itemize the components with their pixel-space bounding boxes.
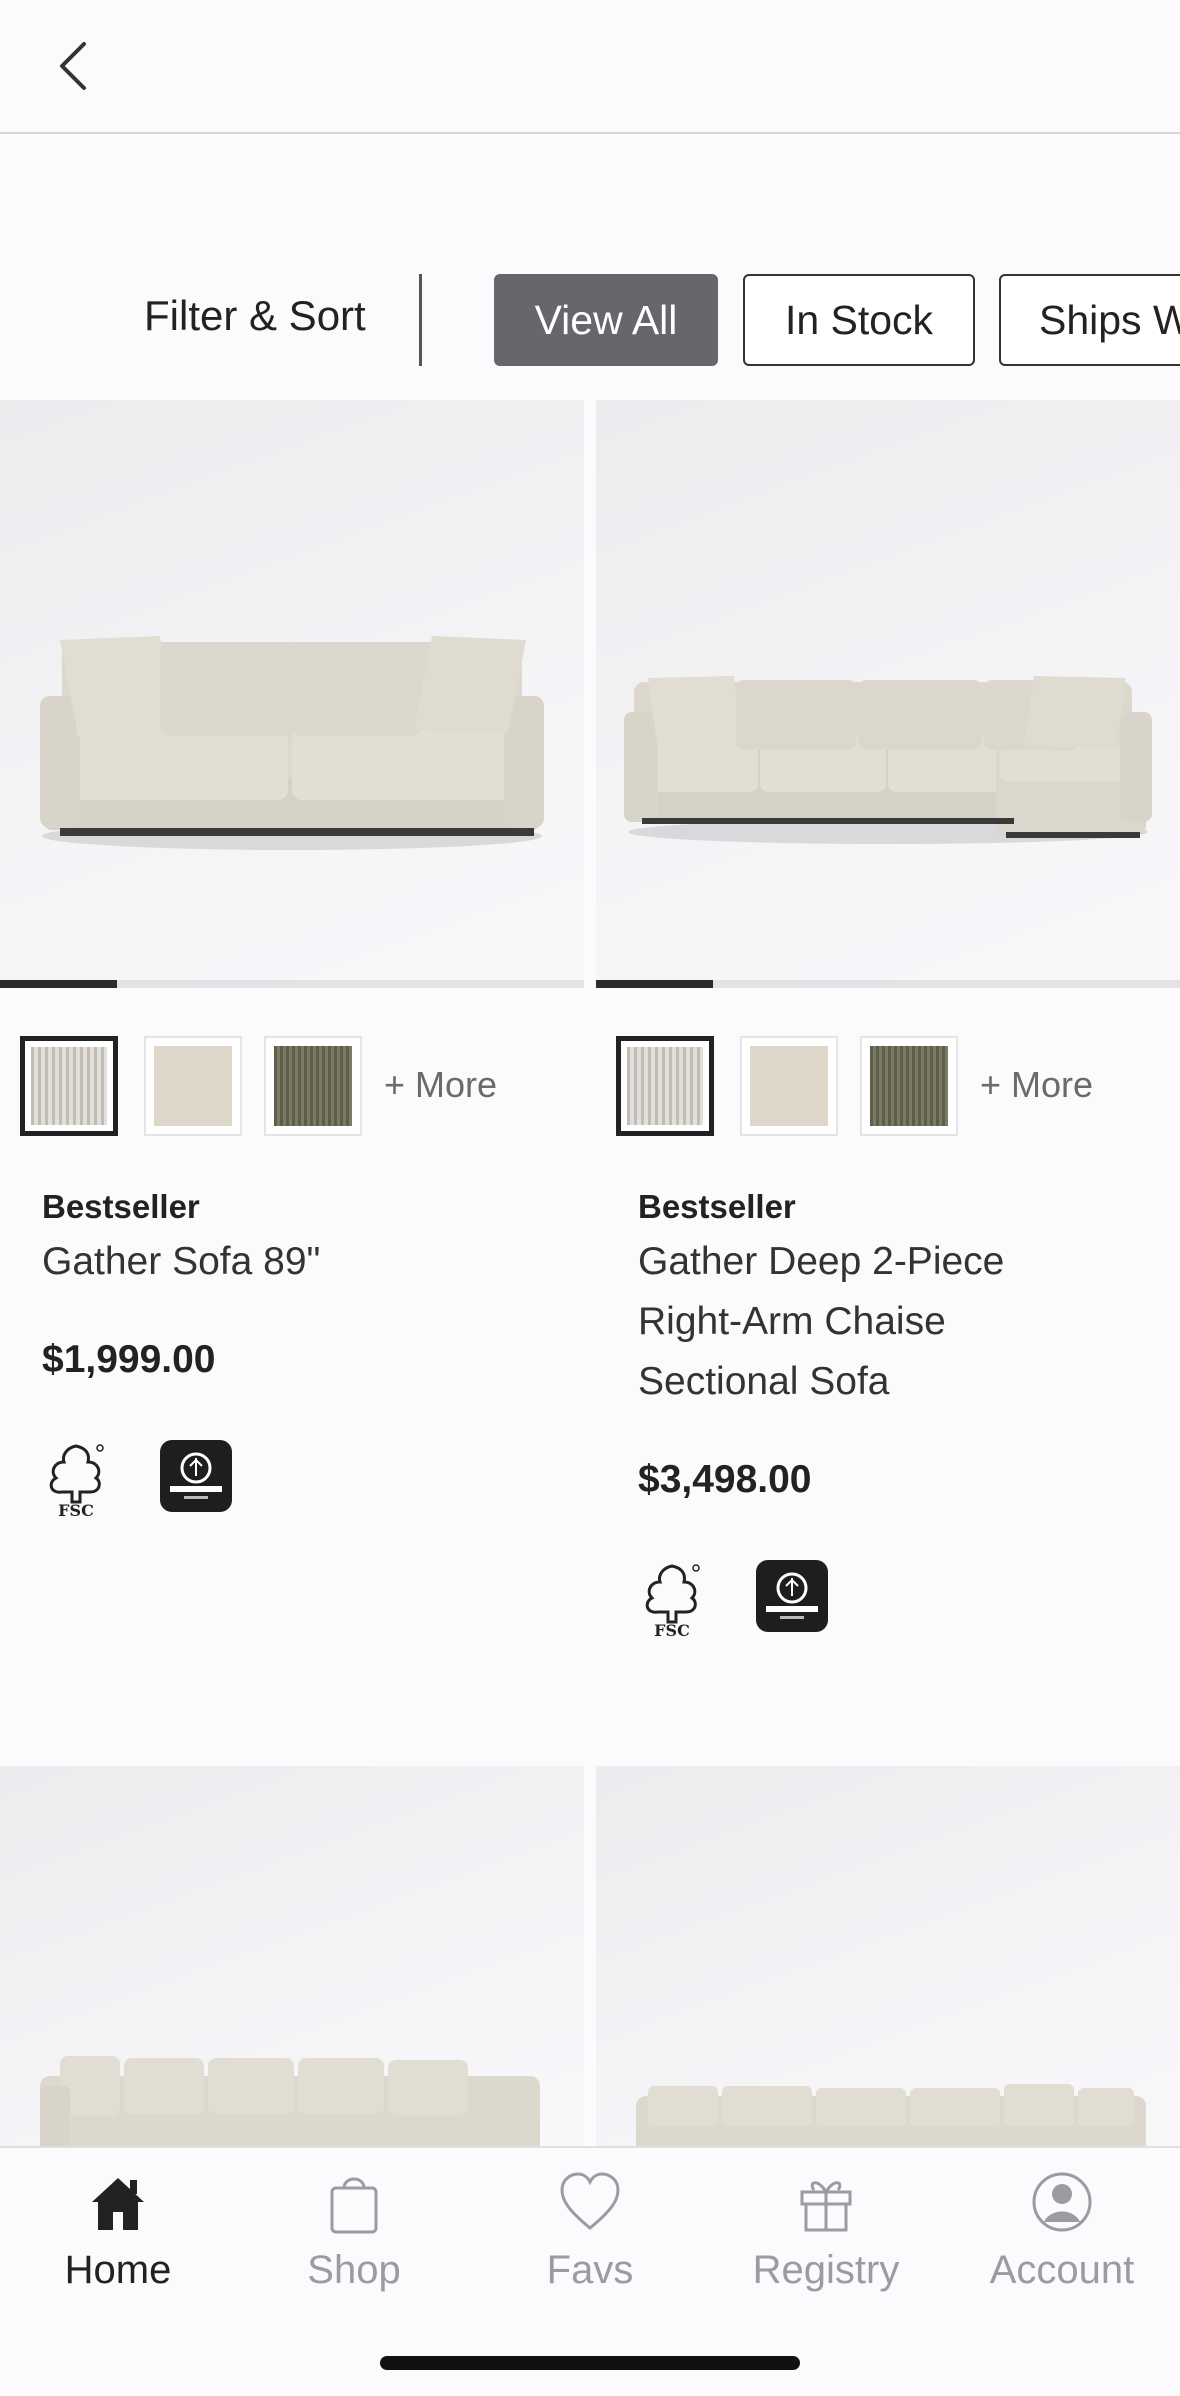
product-card[interactable]: + More Bestseller Gather Deep 2-Piece Ri… [596,400,1180,1700]
home-icon [92,2178,144,2230]
product-card[interactable]: + More Bestseller Gather Sofa 89" $1,999… [0,400,584,1700]
account-icon [1032,2172,1092,2232]
chevron-left-icon [60,42,86,90]
product-image[interactable] [0,1766,584,2146]
product-price: $1,999.00 [42,1338,216,1381]
filter-divider [419,274,422,366]
fsc-logo: FSC [645,1564,700,1638]
certification-row: FSC [42,1440,262,1520]
swatch-olive[interactable] [264,1036,362,1136]
greenguard-gold-logo [160,1440,232,1512]
bestseller-badge: Bestseller [638,1188,796,1225]
tab-label: Account [989,2248,1135,2292]
more-swatches-link[interactable]: + More [980,1064,1093,1106]
tab-account[interactable]: Account [944,2170,1180,2310]
product-name[interactable]: Gather Deep 2-Piece Right-Arm Chaise Sec… [638,1232,1098,1412]
product-image[interactable] [0,400,584,986]
svg-text:FSC: FSC [58,1501,94,1518]
product-image[interactable] [596,1766,1180,2146]
tab-registry[interactable]: Registry [708,2170,944,2310]
product-price: $3,498.00 [638,1458,812,1501]
product-card[interactable] [0,1766,584,2146]
swatch-cream[interactable] [144,1036,242,1136]
product-card[interactable] [596,1766,1180,2146]
top-bar [0,0,1180,134]
swatch-white-weave[interactable] [616,1036,714,1136]
tab-label: Shop [307,2248,401,2292]
tab-favs[interactable]: Favs [472,2170,708,2310]
heart-icon [560,2172,620,2230]
greenguard-gold-logo [756,1560,828,1632]
swatch-cream[interactable] [740,1036,838,1136]
chip-ships-within[interactable]: Ships W [999,274,1180,366]
swatch-row: + More [616,1036,1176,1138]
gift-icon [800,2181,852,2232]
filter-sort-button[interactable]: Filter & Sort [144,292,366,340]
product-name[interactable]: Gather Sofa 89" [42,1232,562,1292]
tab-label: Home [64,2248,172,2292]
back-button[interactable] [44,36,104,96]
more-swatches-link[interactable]: + More [384,1064,497,1106]
tab-home[interactable]: Home [0,2170,236,2310]
tab-label: Registry [752,2248,900,2292]
home-indicator [380,2356,800,2370]
tab-shop[interactable]: Shop [236,2170,472,2310]
filter-bar: Filter & Sort View All In Stock Ships W [0,270,1180,366]
chip-view-all[interactable]: View All [494,274,718,366]
tab-label: Favs [546,2248,634,2292]
fsc-logo: FSC [49,1444,104,1518]
shopping-bag-icon [330,2177,378,2234]
swatch-olive[interactable] [860,1036,958,1136]
image-carousel-progress [596,980,1180,988]
swatch-row: + More [20,1036,580,1138]
bestseller-badge: Bestseller [42,1188,200,1225]
image-carousel-progress [0,980,584,988]
swatch-white-weave[interactable] [20,1036,118,1136]
chip-in-stock[interactable]: In Stock [743,274,975,366]
svg-text:FSC: FSC [654,1621,690,1638]
product-image[interactable] [596,400,1180,986]
certification-row: FSC [638,1560,858,1640]
